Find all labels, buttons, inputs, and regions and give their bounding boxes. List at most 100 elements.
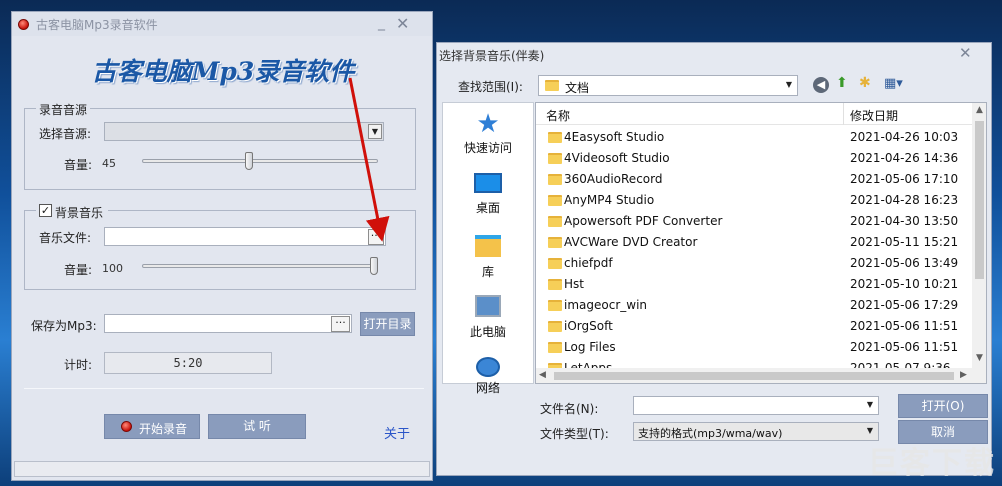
filetype-select[interactable]: 支持的格式(mp3/wma/wav) ▼: [633, 422, 879, 441]
computer-icon: [475, 295, 501, 317]
close-icon[interactable]: ✕: [396, 14, 409, 33]
library-icon: [475, 235, 501, 257]
places-bar: ★ 快速访问 桌面 库 此电脑 网络: [442, 102, 534, 395]
folder-icon: [548, 174, 562, 185]
open-button[interactable]: 打开(O): [898, 394, 988, 418]
record-icon: [121, 421, 132, 432]
save-label: 保存为Mp3:: [31, 319, 97, 333]
hscroll-thumb[interactable]: [554, 372, 954, 380]
about-link[interactable]: 关于: [384, 423, 410, 442]
file-row[interactable]: AnyMP4 Studio 2021-04-28 16:23: [536, 190, 972, 211]
divider: [24, 388, 424, 389]
file-list: 名称 ^ 修改日期 4Easysoft Studio 2021-04-26 10:…: [535, 102, 987, 384]
up-folder-icon[interactable]: ⬆: [836, 75, 848, 91]
chevron-down-icon[interactable]: ▼: [863, 424, 877, 439]
timer-label: 计时:: [64, 358, 93, 372]
back-icon[interactable]: ◀: [813, 77, 829, 93]
file-row[interactable]: Hst 2021-05-10 10:21: [536, 274, 972, 295]
source-volume-label: 音量:: [64, 158, 93, 172]
source-group-label: 录音音源: [36, 101, 91, 118]
dialog-title: 选择背景音乐(伴奏): [439, 49, 545, 63]
listen-button[interactable]: 试 听: [208, 414, 306, 439]
look-in-value: 文档: [565, 81, 590, 95]
nav-network-label: 网络: [475, 381, 500, 395]
file-date: 2021-05-06 17:29: [850, 298, 959, 312]
file-row[interactable]: Apowersoft PDF Converter 2021-04-30 13:50: [536, 211, 972, 232]
file-date: 2021-04-26 10:03: [850, 130, 959, 144]
folder-icon: [548, 195, 562, 206]
filetype-value: 支持的格式(mp3/wma/wav): [638, 427, 783, 440]
new-folder-icon[interactable]: ✱: [859, 75, 871, 91]
horizontal-scrollbar[interactable]: ◀ ▶: [536, 368, 986, 383]
file-name: AnyMP4 Studio: [564, 193, 655, 207]
start-record-button[interactable]: 开始录音: [104, 414, 200, 439]
file-name: 360AudioRecord: [564, 172, 663, 186]
file-date: 2021-05-10 10:21: [850, 277, 959, 291]
save-path-input[interactable]: ···: [104, 314, 352, 333]
scroll-left-icon[interactable]: ◀: [539, 370, 546, 380]
file-row[interactable]: imageocr_win 2021-05-06 17:29: [536, 295, 972, 316]
nav-desktop[interactable]: 桌面: [443, 173, 533, 216]
nav-quick-access-label: 快速访问: [463, 141, 512, 155]
file-row[interactable]: iOrgSoft 2021-05-06 11:51: [536, 316, 972, 337]
nav-desktop-label: 桌面: [475, 201, 500, 215]
vertical-scrollbar[interactable]: ▲ ▼: [972, 103, 986, 368]
look-in-select[interactable]: 文档 ▼: [538, 75, 798, 96]
column-name[interactable]: 名称: [546, 107, 570, 124]
bg-volume-value: 100: [102, 262, 123, 275]
folder-icon: [548, 300, 562, 311]
scroll-up-icon[interactable]: ▲: [972, 105, 986, 115]
annotation-arrow: [348, 77, 390, 242]
bg-volume-label: 音量:: [64, 263, 93, 277]
filetype-label: 文件类型(T):: [540, 427, 609, 441]
star-icon: ★: [476, 109, 500, 139]
scroll-down-icon[interactable]: ▼: [972, 353, 986, 363]
bg-volume-slider[interactable]: [142, 264, 378, 268]
file-date: 2021-05-06 11:51: [850, 319, 959, 333]
chevron-down-icon[interactable]: ▼: [863, 398, 877, 413]
filename-input[interactable]: ▼: [633, 396, 879, 415]
recorder-titlebar: 古客电脑Mp3录音软件 _ ✕: [12, 12, 432, 36]
desktop-icon: [474, 173, 502, 193]
file-row[interactable]: 4Easysoft Studio 2021-04-26 10:03: [536, 127, 972, 148]
folder-icon: [548, 279, 562, 290]
open-dir-button[interactable]: 打开目录: [360, 312, 415, 336]
folder-icon: [548, 132, 562, 143]
sort-up-icon: ^: [686, 102, 694, 108]
file-name: chiefpdf: [564, 256, 613, 270]
dialog-close-icon[interactable]: ✕: [959, 44, 972, 62]
file-row[interactable]: Log Files 2021-05-06 11:51: [536, 337, 972, 358]
folder-icon: [548, 342, 562, 353]
scroll-thumb[interactable]: [975, 121, 984, 279]
bg-volume-thumb[interactable]: [370, 257, 378, 275]
view-menu-icon[interactable]: ▦▾: [884, 76, 903, 91]
nav-quick-access[interactable]: ★ 快速访问: [443, 109, 533, 156]
list-header: 名称 ^ 修改日期: [536, 103, 972, 125]
column-separator[interactable]: [843, 103, 844, 125]
file-date: 2021-04-28 16:23: [850, 193, 959, 207]
minimize-icon[interactable]: _: [378, 15, 385, 31]
source-volume-thumb[interactable]: [244, 152, 253, 170]
file-row[interactable]: chiefpdf 2021-05-06 13:49: [536, 253, 972, 274]
nav-library[interactable]: 库: [443, 235, 533, 280]
file-name: Apowersoft PDF Converter: [564, 214, 723, 228]
filename-label: 文件名(N):: [540, 402, 599, 416]
music-file-label: 音乐文件:: [39, 231, 92, 245]
file-name: Log Files: [564, 340, 616, 354]
nav-network[interactable]: 网络: [443, 357, 533, 396]
bg-music-checkbox[interactable]: ✓: [39, 204, 52, 217]
nav-this-pc[interactable]: 此电脑: [443, 295, 533, 340]
source-select-label: 选择音源:: [39, 127, 92, 141]
nav-library-label: 库: [481, 265, 494, 279]
start-record-label: 开始录音: [139, 422, 188, 436]
file-date: 2021-05-06 13:49: [850, 256, 959, 270]
scroll-right-icon[interactable]: ▶: [960, 370, 967, 380]
file-row[interactable]: 4Videosoft Studio 2021-04-26 14:36: [536, 148, 972, 169]
save-browse-button[interactable]: ···: [331, 316, 350, 332]
bg-music-label: 背景音乐: [55, 206, 104, 220]
chevron-down-icon[interactable]: ▼: [782, 78, 796, 93]
column-date[interactable]: 修改日期: [850, 107, 898, 124]
file-row[interactable]: AVCWare DVD Creator 2021-05-11 15:21: [536, 232, 972, 253]
file-date: 2021-04-26 14:36: [850, 151, 959, 165]
file-row[interactable]: 360AudioRecord 2021-05-06 17:10: [536, 169, 972, 190]
